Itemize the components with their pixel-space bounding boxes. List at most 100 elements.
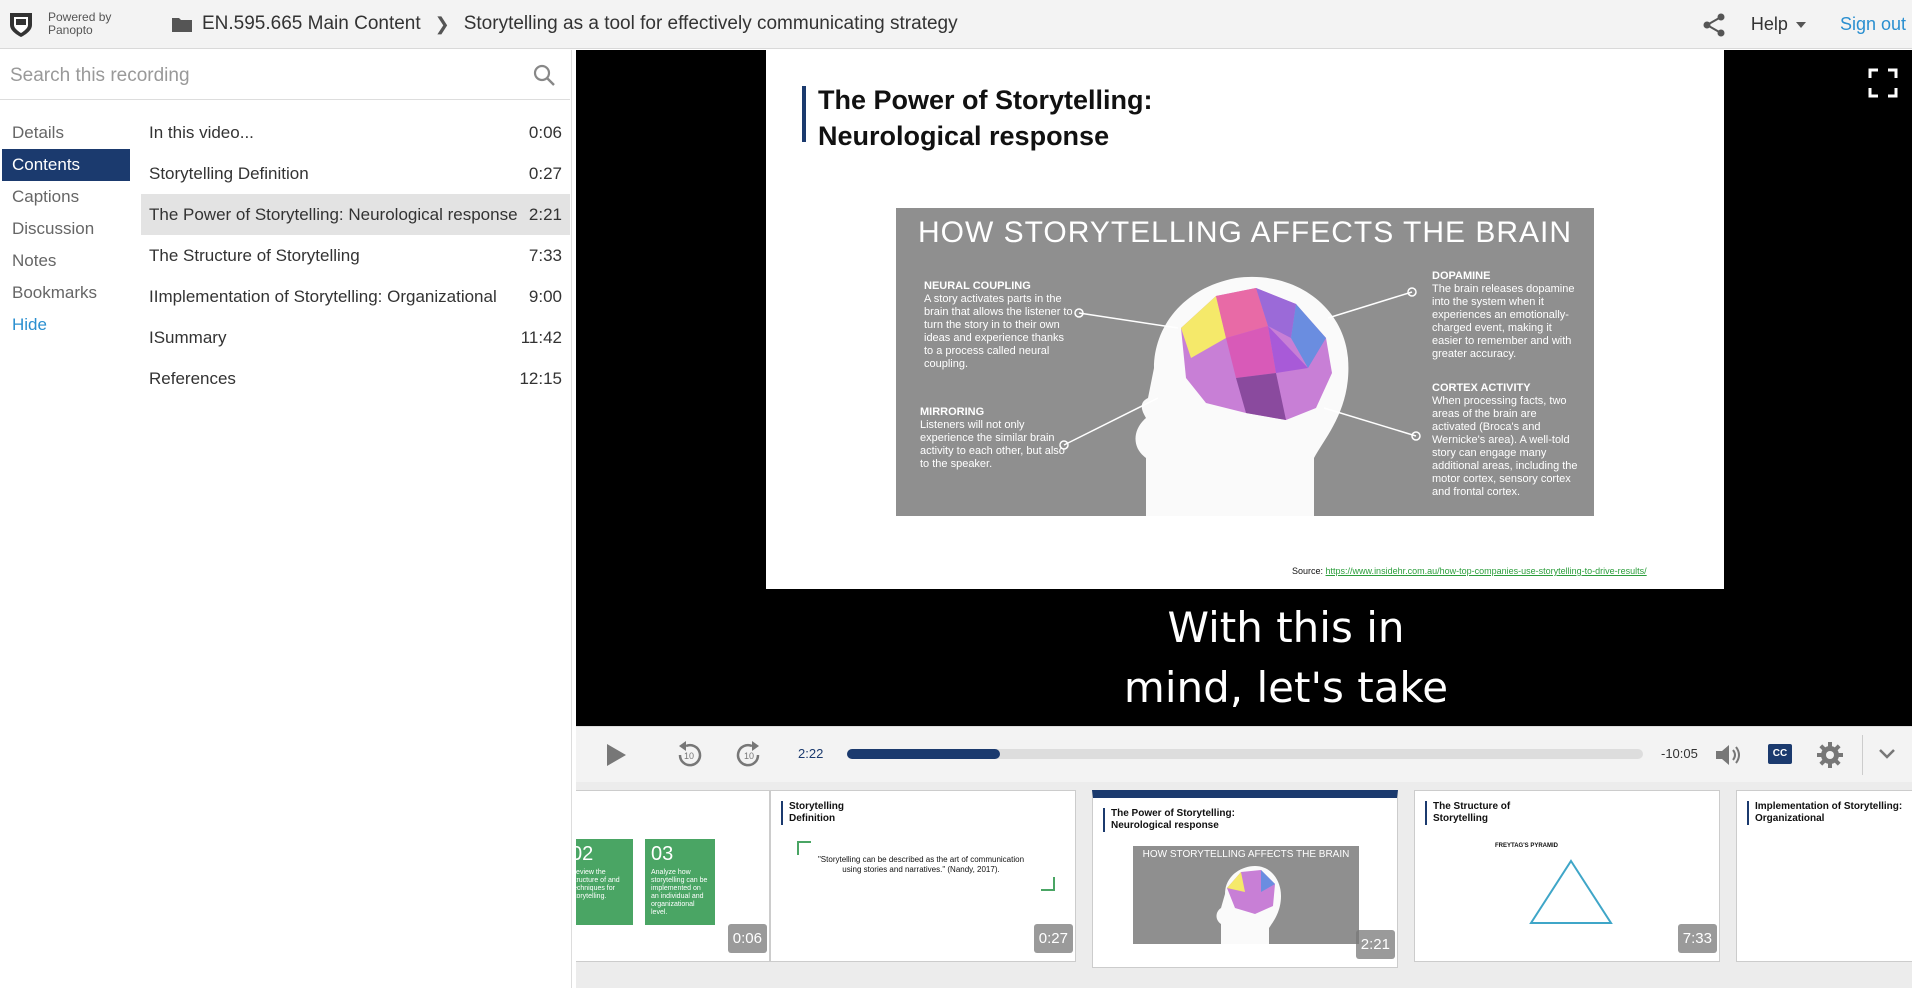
objective-number: 03	[651, 843, 674, 865]
brain-infographic: HOW STORYTELLING AFFECTS THE BRAIN NEURA…	[896, 208, 1594, 516]
left-panel: Details Contents Captions Discussion Not…	[0, 50, 572, 988]
nav-captions[interactable]: Captions	[0, 181, 132, 213]
nav-discussion[interactable]: Discussion	[0, 213, 132, 245]
side-nav: Details Contents Captions Discussion Not…	[0, 117, 132, 341]
slide-title-bar	[802, 86, 806, 142]
contents-item[interactable]: ISummary 11:42	[141, 317, 570, 358]
caret-down-icon	[1795, 21, 1806, 28]
thumbnail-title: Implementation of Storytelling: Organiza…	[1747, 801, 1912, 825]
slide: The Power of Storytelling: Neurological …	[766, 50, 1724, 589]
nav-notes[interactable]: Notes	[0, 245, 132, 277]
thumbnail-slide[interactable]: The Structure of Storytelling FREYTAG'S …	[1414, 790, 1720, 962]
panopto-line: Panopto	[48, 23, 93, 37]
progress-bar-fill	[847, 749, 1000, 759]
slide-source: Source: https://www.insidehr.com.au/how-…	[1292, 566, 1647, 576]
nav-bookmarks[interactable]: Bookmarks	[0, 277, 132, 309]
nav-details[interactable]: Details	[0, 117, 132, 149]
thumbnail-quote: "Storytelling can be described as the ar…	[817, 855, 1025, 874]
source-link[interactable]: https://www.insidehr.com.au/how-top-comp…	[1326, 566, 1647, 576]
nav-contents[interactable]: Contents	[2, 149, 130, 181]
contents-item-time: 9:00	[528, 287, 562, 306]
video-player[interactable]: The Power of Storytelling: Neurological …	[576, 50, 1912, 726]
thumbnail-infographic-title: HOW STORYTELLING AFFECTS THE BRAIN	[1142, 849, 1350, 860]
contents-item[interactable]: IImplementation of Storytelling: Organiz…	[141, 276, 570, 317]
thumbnail-time: 7:33	[1677, 924, 1717, 953]
brain-head-illustration	[1059, 276, 1421, 516]
help-menu-button[interactable]: Help	[1751, 14, 1806, 35]
contents-item-time: 0:06	[528, 123, 562, 142]
thumbnail-slide[interactable]: Implementation of Storytelling: Organiza…	[1736, 790, 1912, 962]
rewind-label: 10	[684, 751, 694, 761]
closed-captions-button[interactable]: CC	[1768, 744, 1792, 764]
breadcrumb-folder-link[interactable]: EN.595.665 Main Content	[202, 13, 421, 35]
controls-divider	[1862, 735, 1863, 775]
top-header: Powered by Panopto EN.595.665 Main Conte…	[0, 0, 1912, 49]
objective-box: 02 Review the structure of and technique…	[576, 839, 633, 925]
play-icon[interactable]	[604, 742, 628, 768]
contents-item-time: 2:21	[528, 205, 562, 224]
caption-line2: mind, let's take	[1123, 663, 1449, 712]
thumbnail-title: The Power of Storytelling: Neurological …	[1103, 808, 1253, 832]
thumbnail-infographic: HOW STORYTELLING AFFECTS THE BRAIN	[1133, 846, 1359, 944]
chevron-down-icon[interactable]	[1878, 747, 1896, 761]
rewind-10-icon[interactable]: 10	[674, 740, 704, 770]
contents-item-title: IImplementation of Storytelling: Organiz…	[149, 287, 497, 306]
contents-item[interactable]: References 12:15	[141, 358, 570, 399]
thumbnail-time: 0:27	[1033, 924, 1073, 953]
contents-list: In this video... 0:06 Storytelling Defini…	[141, 112, 570, 399]
thumbnail-title: Storytelling Definition	[781, 801, 871, 825]
closed-caption: With this in mind, let's take	[1056, 598, 1516, 718]
share-icon[interactable]	[1701, 12, 1727, 38]
fullscreen-icon[interactable]	[1868, 68, 1898, 98]
volume-icon[interactable]	[1714, 742, 1744, 768]
contents-item[interactable]: The Structure of Storytelling 7:33	[141, 235, 570, 276]
contents-item[interactable]: In this video... 0:06	[141, 112, 570, 153]
search-bar	[0, 50, 570, 100]
contents-item-time: 11:42	[520, 328, 562, 347]
university-shield-icon	[10, 13, 32, 37]
thumbnail-strip: 02 Review the structure of and technique…	[576, 782, 1912, 988]
contents-item-title: References	[149, 369, 236, 388]
slide-title-line1: The Power of Storytelling:	[818, 85, 1153, 115]
search-icon[interactable]	[532, 63, 556, 87]
powered-by-panopto: Powered by Panopto	[48, 11, 111, 37]
caption-line1: With this in	[1167, 603, 1405, 652]
slide-title-line2: Neurological response	[818, 121, 1110, 151]
contents-item-title: The Power of Storytelling: Neurological …	[149, 205, 518, 224]
sign-out-link[interactable]: Sign out	[1840, 14, 1906, 35]
contents-item-title: ISummary	[149, 328, 227, 347]
thumbnail-slide-current[interactable]: The Power of Storytelling: Neurological …	[1092, 790, 1398, 968]
objective-text: Analyze how storytelling can be implemen…	[651, 869, 708, 916]
thumbnail-slide[interactable]: 02 Review the structure of and technique…	[576, 790, 770, 962]
remaining-time: -10:05	[1661, 746, 1698, 761]
slide-title: The Power of Storytelling: Neurological …	[818, 82, 1418, 154]
forward-label: 10	[744, 751, 754, 761]
nav-hide-link[interactable]: Hide	[0, 309, 132, 341]
thumbnail-time: 0:06	[727, 924, 767, 953]
forward-10-icon[interactable]: 10	[734, 740, 764, 770]
objective-number: 02	[576, 843, 594, 865]
objective-text: Review the structure of and techniques f…	[576, 869, 620, 900]
contents-item[interactable]: Storytelling Definition 0:27	[141, 153, 570, 194]
quote-corner	[797, 841, 811, 855]
thumbnail-slide[interactable]: Storytelling Definition "Storytelling ca…	[770, 790, 1076, 962]
contents-item-time: 7:33	[528, 246, 562, 265]
thumbnail-title: The Structure of Storytelling	[1425, 801, 1525, 825]
source-label: Source:	[1292, 566, 1324, 576]
settings-gear-icon[interactable]	[1816, 741, 1844, 769]
brain-head-illustration	[1216, 866, 1281, 944]
quote-corner	[1041, 877, 1055, 891]
contents-item-time: 12:15	[519, 369, 562, 388]
contents-item-title: The Structure of Storytelling	[149, 246, 360, 265]
objective-box: 03 Analyze how storytelling can be imple…	[645, 839, 715, 925]
help-label: Help	[1750, 14, 1788, 34]
contents-item-selected[interactable]: The Power of Storytelling: Neurological …	[141, 194, 570, 235]
search-input[interactable]	[10, 62, 510, 90]
folder-icon	[172, 18, 192, 32]
contents-item-time: 0:27	[528, 164, 562, 183]
progress-bar[interactable]	[847, 749, 1643, 759]
thumbnail-time: 2:21	[1355, 930, 1395, 959]
contents-item-title: Storytelling Definition	[149, 164, 309, 183]
player-controls: 10 10 2:22 -10:05 CC	[576, 726, 1912, 782]
chevron-right-icon: ❯	[434, 13, 450, 34]
